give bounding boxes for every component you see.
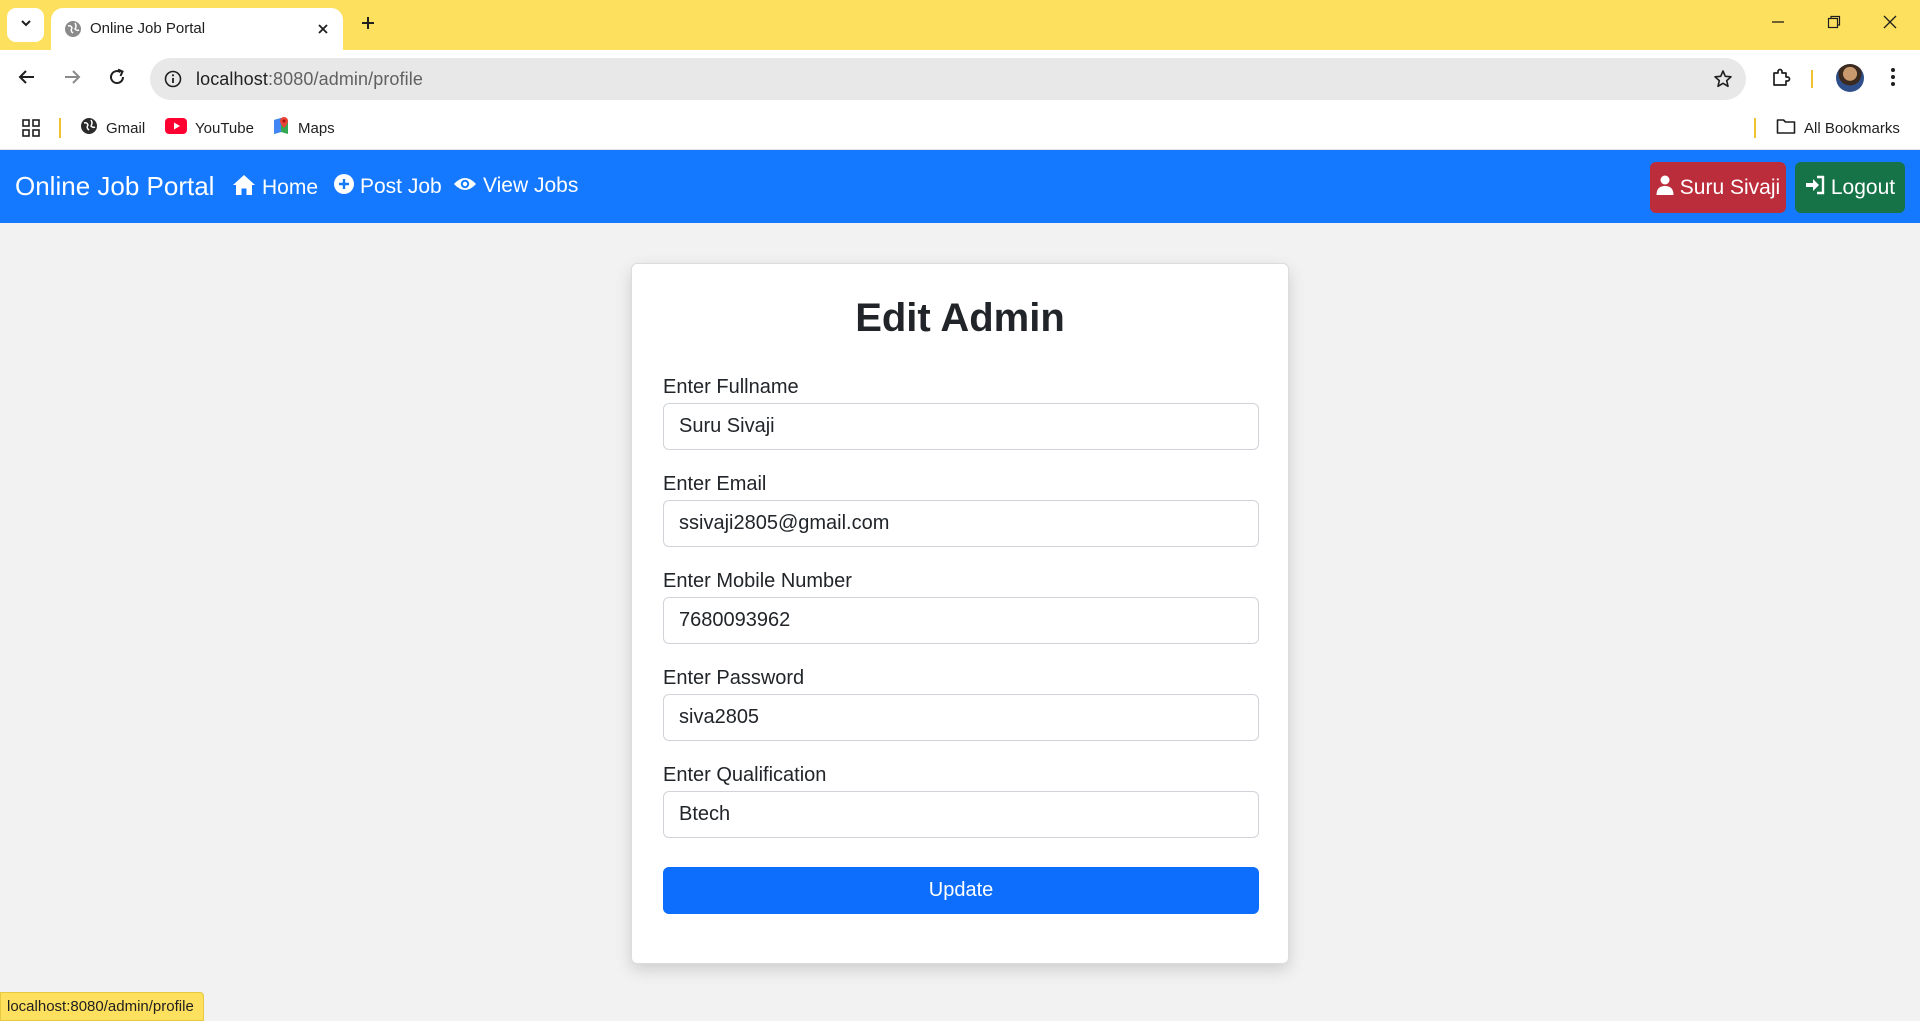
tab-search-button[interactable] (7, 8, 44, 42)
page-title: Edit Admin (855, 296, 1065, 340)
home-icon (232, 174, 256, 202)
tab-title: Online Job Portal (90, 20, 206, 37)
back-button[interactable] (10, 62, 44, 96)
bookmark-maps[interactable]: Maps (272, 117, 335, 139)
bookmarks-divider (59, 118, 61, 138)
youtube-icon (165, 118, 187, 138)
sign-out-icon (1805, 175, 1825, 201)
minimize-icon (1771, 15, 1785, 34)
mobile-label: Enter Mobile Number (663, 570, 852, 592)
all-bookmarks-button[interactable]: All Bookmarks (1776, 117, 1900, 139)
url-text[interactable]: localhost:8080/admin/profile (196, 69, 423, 90)
nav-link-label: Home (262, 176, 319, 199)
profile-avatar[interactable] (1836, 64, 1864, 92)
restore-icon (1827, 15, 1841, 34)
apps-icon[interactable] (21, 117, 41, 139)
reload-icon (108, 68, 126, 91)
site-info-icon[interactable] (160, 66, 186, 92)
email-label: Enter Email (663, 473, 767, 495)
bookmark-youtube[interactable]: YouTube (165, 117, 254, 139)
bookmark-label: YouTube (195, 119, 254, 137)
nav-link-home[interactable]: Home (232, 174, 318, 202)
plus-icon (360, 15, 376, 36)
password-label: Enter Password (663, 667, 805, 689)
bookmarks-bar: Gmail YouTube Maps All Bookmarks (0, 107, 1920, 150)
chevron-down-icon (19, 16, 33, 35)
puzzle-icon (1771, 67, 1791, 92)
user-icon (1656, 175, 1674, 201)
restore-button[interactable] (1806, 0, 1862, 48)
fullname-label: Enter Fullname (663, 376, 799, 398)
url-path: :8080/admin/profile (267, 69, 423, 89)
reload-button[interactable] (100, 62, 134, 96)
user-name-label: Suru Sivaji (1679, 175, 1781, 199)
close-window-button[interactable] (1862, 0, 1918, 48)
extensions-button[interactable] (1764, 62, 1798, 96)
all-bookmarks-label: All Bookmarks (1804, 119, 1900, 137)
site-navbar: Online Job Portal Home Post Job View Job… (0, 150, 1920, 223)
toolbar-divider (1811, 70, 1813, 88)
minimize-button[interactable] (1750, 0, 1806, 48)
plus-circle-icon (334, 174, 354, 200)
nav-link-label: View Jobs (483, 174, 579, 197)
globe-icon (64, 20, 82, 38)
fullname-input[interactable] (663, 403, 1259, 450)
menu-button[interactable] (1876, 62, 1910, 96)
maps-icon (272, 116, 290, 140)
forward-button[interactable] (55, 62, 89, 96)
browser-tab-strip: Online Job Portal (0, 0, 1920, 50)
bookmark-gmail[interactable]: Gmail (80, 117, 145, 139)
bookmark-label: Maps (298, 119, 335, 137)
bookmark-label: Gmail (106, 119, 146, 137)
edit-admin-card: Edit Admin Enter Fullname Enter Email En… (631, 263, 1289, 964)
user-profile-button[interactable]: Suru Sivaji (1650, 162, 1786, 213)
star-icon[interactable] (1710, 66, 1736, 92)
password-input[interactable] (663, 694, 1259, 741)
update-button[interactable]: Update (663, 867, 1259, 914)
address-bar[interactable]: localhost:8080/admin/profile (150, 58, 1746, 100)
status-bar-url: localhost:8080/admin/profile (0, 992, 204, 1021)
eye-icon (453, 174, 477, 198)
qualification-label: Enter Qualification (663, 764, 827, 786)
mobile-input[interactable] (663, 597, 1259, 644)
logout-button[interactable]: Logout (1795, 162, 1905, 213)
browser-tab[interactable]: Online Job Portal (51, 8, 343, 50)
logout-label: Logout (1830, 175, 1896, 199)
new-tab-button[interactable] (353, 10, 383, 40)
navbar-brand[interactable]: Online Job Portal (15, 171, 214, 202)
url-host: localhost (196, 69, 268, 89)
arrow-left-icon (18, 68, 36, 91)
arrow-right-icon (63, 68, 81, 91)
nav-link-label: Post Job (360, 175, 442, 198)
nav-link-view-jobs[interactable]: View Jobs (453, 174, 578, 198)
bookmarks-divider (1754, 118, 1756, 138)
close-icon[interactable] (311, 17, 335, 41)
browser-toolbar: localhost:8080/admin/profile (0, 50, 1920, 107)
folder-icon (1776, 117, 1796, 139)
kebab-menu-icon (1890, 67, 1896, 92)
globe-icon (80, 117, 98, 139)
email-input[interactable] (663, 500, 1259, 547)
close-icon (1883, 15, 1897, 34)
nav-link-post-job[interactable]: Post Job (334, 174, 442, 200)
qualification-input[interactable] (663, 791, 1259, 838)
